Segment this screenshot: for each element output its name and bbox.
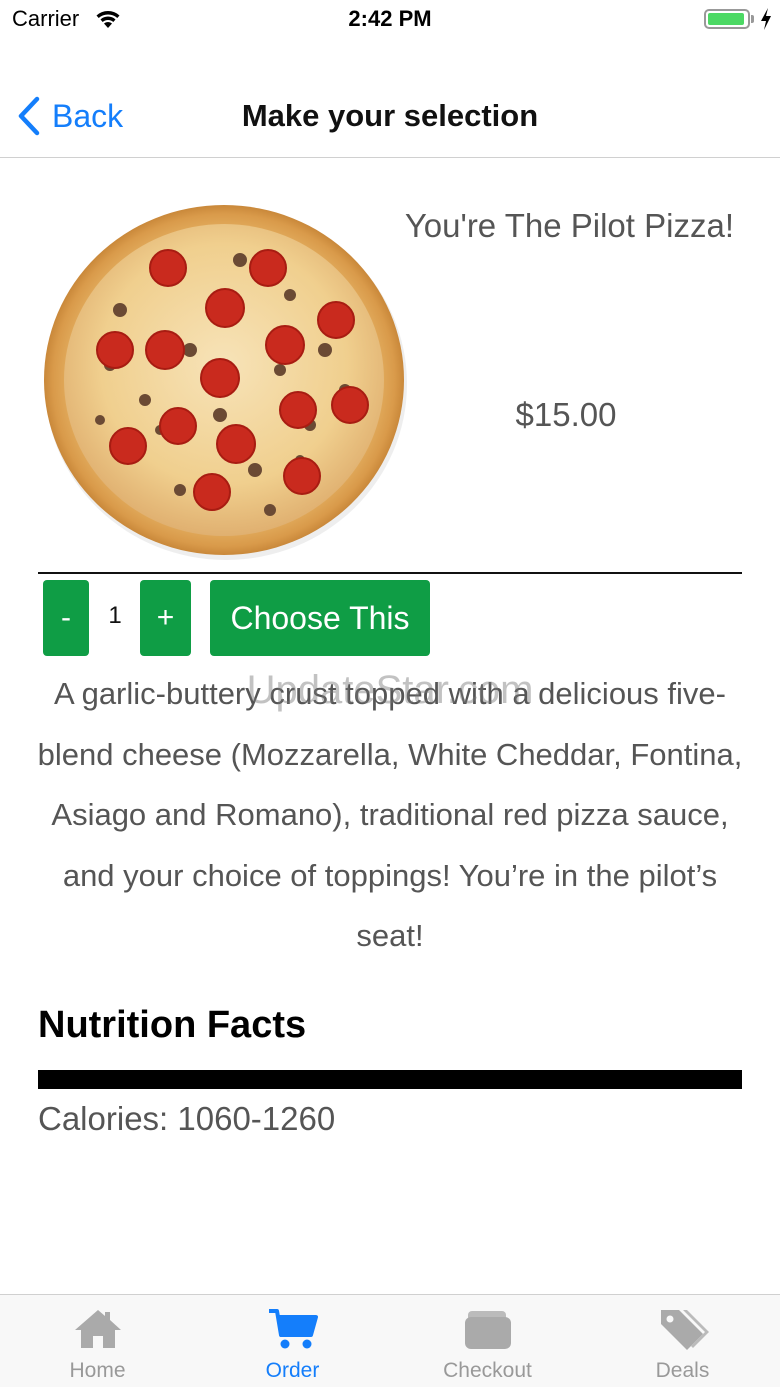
nutrition-divider [38, 1070, 742, 1089]
battery-tip [751, 15, 754, 23]
increase-quantity-button[interactable]: + [140, 580, 191, 656]
status-time: 2:42 PM [348, 6, 432, 31]
wallet-icon [464, 1311, 511, 1349]
tags-icon [660, 1310, 709, 1350]
tab-order-label: Order [265, 1359, 320, 1382]
choose-this-button[interactable]: Choose This [210, 580, 430, 656]
tab-bar: Home Order Checkout Deals [0, 1294, 780, 1387]
pizza-image [44, 205, 407, 560]
status-bar: Carrier 2:42 PM [0, 0, 780, 40]
product-description: A garlic-buttery crust topped with a del… [37, 676, 743, 953]
charging-bolt-icon [761, 8, 771, 30]
quantity-value: 1 [108, 602, 122, 629]
cart-icon [268, 1309, 318, 1349]
product-name: You're The Pilot Pizza! [404, 207, 734, 244]
tab-deals-label: Deals [655, 1359, 710, 1382]
decrease-quantity-button[interactable]: - [43, 580, 89, 656]
page-title: Make your selection [241, 98, 539, 133]
tab-home-label: Home [69, 1359, 126, 1382]
divider [38, 572, 742, 574]
navigation-bar: Back Make your selection [0, 40, 780, 158]
calories-value: Calories: 1060-1260 [38, 1100, 336, 1137]
home-icon [74, 1310, 121, 1348]
nutrition-facts-heading: Nutrition Facts [38, 1004, 307, 1046]
tab-checkout[interactable]: Checkout [390, 1295, 585, 1387]
tab-home[interactable]: Home [0, 1295, 195, 1387]
battery-icon [704, 9, 750, 29]
product-price: $15.00 [515, 396, 617, 433]
tab-deals[interactable]: Deals [585, 1295, 780, 1387]
tab-checkout-label: Checkout [443, 1359, 532, 1382]
tab-order[interactable]: Order [195, 1295, 390, 1387]
